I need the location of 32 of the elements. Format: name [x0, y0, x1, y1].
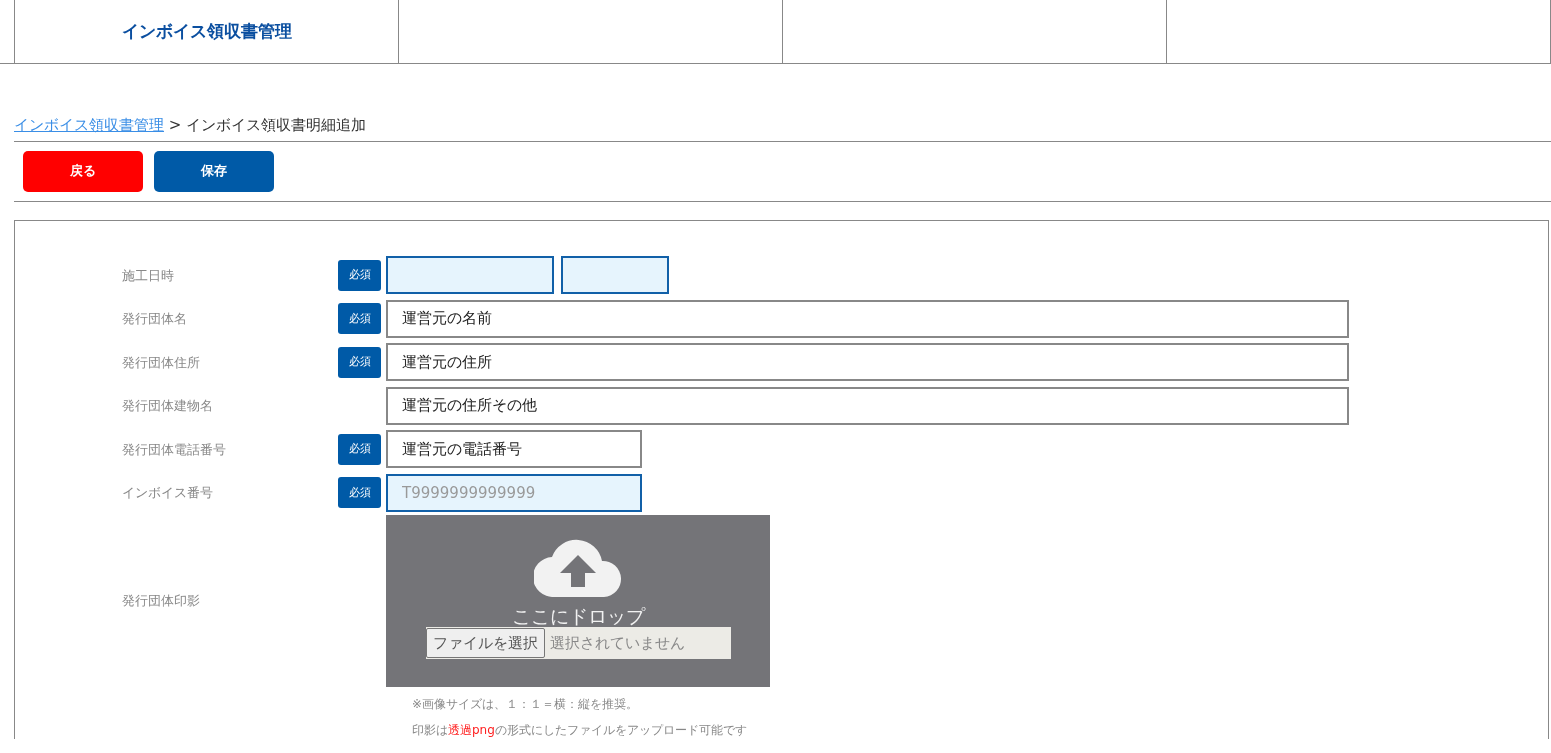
field-label: 発行団体名	[122, 310, 188, 328]
required-badge: 必須	[338, 346, 381, 378]
breadcrumb-link[interactable]: インボイス領収書管理	[14, 116, 164, 134]
input-field[interactable]: 運営元の電話番号	[386, 430, 642, 469]
required-badge: 必須	[338, 303, 381, 335]
breadcrumb-separator: >	[167, 116, 183, 134]
save-button[interactable]: 保存	[154, 150, 274, 192]
nav-tab[interactable]: インボイス領収書管理	[14, 0, 398, 63]
dropzone[interactable]: ここにドロップ ファイルを選択 選択されていません	[386, 514, 770, 687]
time-field[interactable]	[561, 256, 669, 295]
file-choose-button[interactable]: ファイルを選択	[425, 628, 545, 659]
field-label: 発行団体電話番号	[122, 440, 227, 459]
field-label: 発行団体印影	[122, 591, 201, 610]
input-field[interactable]: 運営元の名前	[386, 299, 1349, 338]
required-badge: 必須	[338, 259, 381, 291]
cloud-upload-icon	[534, 538, 622, 597]
input-field[interactable]: 運営元の住所その他	[386, 386, 1349, 425]
note-text: 印影は透過pngの形式にしたファイルをアップロード可能です	[412, 721, 747, 739]
field-label: インボイス番号	[122, 484, 214, 502]
field-label: 発行団体住所	[122, 353, 201, 372]
input-field[interactable]: 運営元の住所	[386, 343, 1349, 382]
field-label: 施工日時	[122, 266, 175, 285]
note-text: ※画像サイズは、１：１＝横：縦を推奨。	[412, 695, 639, 713]
required-badge: 必須	[338, 433, 381, 465]
breadcrumb-current: インボイス領収書明細追加	[186, 116, 367, 134]
required-badge: 必須	[338, 477, 381, 509]
input-field[interactable]: T9999999999999	[386, 473, 642, 512]
back-button[interactable]: 戻る	[23, 150, 143, 192]
date-field[interactable]	[386, 256, 554, 295]
file-status-text: 選択されていません	[549, 633, 685, 655]
field-label: 発行団体建物名	[122, 397, 214, 415]
dropzone-text: ここにドロップ	[511, 604, 645, 628]
